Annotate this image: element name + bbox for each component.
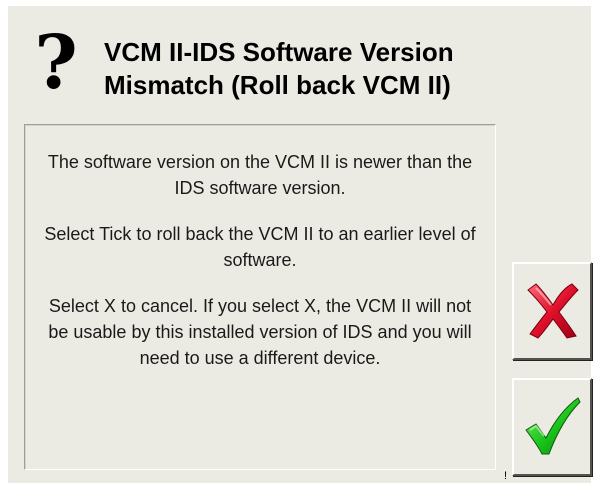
red-x-icon (527, 283, 579, 339)
green-check-icon (525, 397, 581, 455)
stray-mark: ! (504, 470, 508, 482)
dialog-title: VCM II-IDS Software Version Mismatch (Ro… (104, 37, 454, 100)
cancel-button[interactable] (512, 262, 592, 360)
dialog-header: ? VCM II-IDS Software Version Mismatch (… (8, 6, 591, 114)
question-mark-icon: ? (34, 20, 78, 106)
confirm-button[interactable] (512, 378, 592, 476)
message-panel: The software version on the VCM II is ne… (24, 124, 507, 482)
mismatch-dialog: ? VCM II-IDS Software Version Mismatch (… (8, 6, 592, 483)
message-text: The software version on the VCM II is ne… (39, 149, 481, 391)
message-paragraph-3: Select X to cancel. If you select X, the… (48, 296, 472, 368)
message-paragraph-2: Select Tick to roll back the VCM II to a… (44, 224, 476, 270)
message-paragraph-1: The software version on the VCM II is ne… (47, 152, 473, 198)
